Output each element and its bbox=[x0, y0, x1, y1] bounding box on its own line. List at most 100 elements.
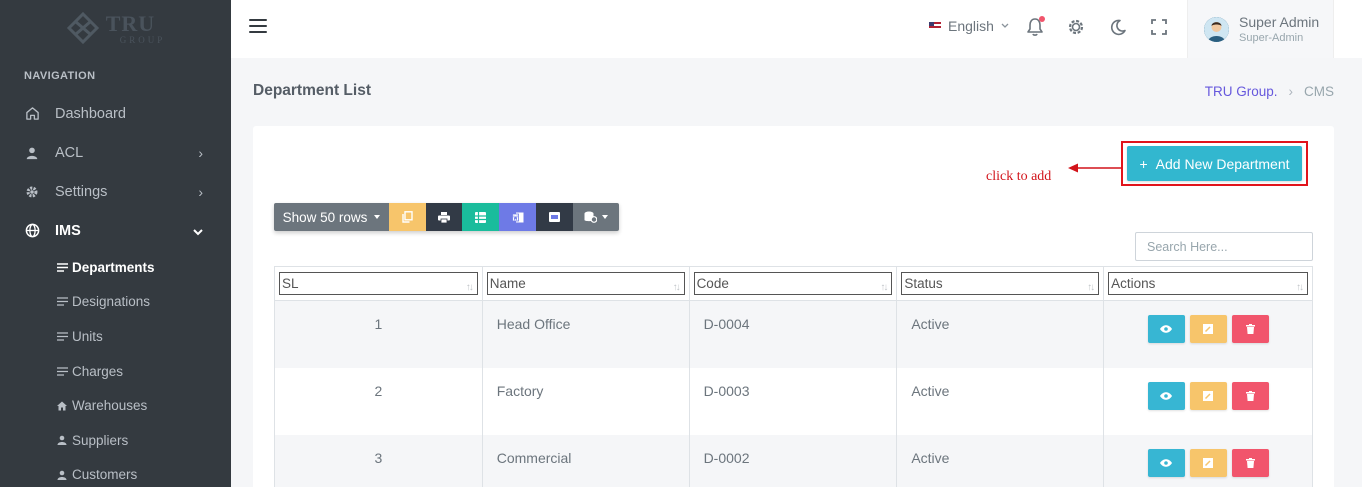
table-export-toolbar: Show 50 rows bbox=[274, 203, 619, 231]
view-button[interactable] bbox=[1147, 381, 1185, 410]
department-table: SL ↑↓ Name ↑↓ Code ↑↓ Status ↑↓ Actions bbox=[274, 266, 1313, 487]
fullscreen-icon[interactable] bbox=[1148, 16, 1170, 38]
breadcrumb-link-home[interactable]: TRU Group. bbox=[1205, 84, 1278, 99]
avatar bbox=[1204, 16, 1229, 42]
sort-icon[interactable]: ↑↓ bbox=[1087, 283, 1095, 293]
column-filter-code[interactable]: Code bbox=[693, 272, 893, 295]
sidebar-subitem-label: Warehouses bbox=[72, 398, 148, 414]
excel-button[interactable] bbox=[462, 203, 499, 231]
print-button[interactable] bbox=[426, 203, 462, 231]
cell-code: D-0002 bbox=[688, 434, 898, 487]
sidebar-subitem-label: Departments bbox=[72, 259, 155, 275]
sidebar-item-label: ACL bbox=[55, 144, 84, 161]
sidebar-item-acl[interactable]: ACL › bbox=[0, 133, 231, 172]
column-filter-sl[interactable]: SL bbox=[279, 272, 478, 295]
cell-code: D-0003 bbox=[688, 367, 898, 435]
chevron-right-icon: › bbox=[198, 144, 203, 161]
nav-heading: NAVIGATION bbox=[24, 70, 96, 82]
cell-name: Factory bbox=[481, 367, 690, 435]
sort-icon[interactable]: ↑↓ bbox=[466, 283, 474, 293]
add-department-button[interactable]: + Add New Department bbox=[1127, 146, 1302, 181]
sidebar-subitem-suppliers[interactable]: Suppliers bbox=[0, 423, 231, 458]
sidebar-item-label: IMS bbox=[55, 222, 81, 239]
cell-status: Active bbox=[896, 434, 1105, 487]
us-flag-icon bbox=[929, 22, 941, 30]
sidebar-subitem-label: Customers bbox=[72, 467, 138, 483]
edit-icon bbox=[1203, 390, 1214, 401]
copy-button[interactable] bbox=[389, 203, 426, 231]
column-filter-actions[interactable]: Actions bbox=[1108, 272, 1308, 295]
view-button[interactable] bbox=[1147, 315, 1185, 343]
chevron-down-icon bbox=[1001, 23, 1009, 28]
cell-sl: 3 bbox=[274, 434, 483, 487]
logo[interactable]: TRU GROUP bbox=[0, 0, 231, 58]
logo-mark-icon bbox=[66, 12, 99, 45]
eye-icon bbox=[1160, 391, 1173, 400]
column-header-name[interactable]: Name ↑↓ bbox=[481, 266, 690, 301]
edit-button[interactable] bbox=[1189, 315, 1227, 343]
delete-button[interactable] bbox=[1231, 448, 1269, 477]
notification-bell-icon[interactable] bbox=[1024, 16, 1046, 38]
dark-mode-moon-icon[interactable] bbox=[1107, 16, 1129, 38]
globe-icon bbox=[24, 223, 40, 239]
edit-button[interactable] bbox=[1189, 448, 1227, 477]
chevron-right-icon: › bbox=[198, 183, 203, 200]
show-rows-label: Show 50 rows bbox=[282, 209, 368, 225]
sidebar-item-dashboard[interactable]: Dashboard bbox=[0, 94, 231, 133]
column-header-code[interactable]: Code ↑↓ bbox=[688, 266, 898, 301]
column-header-actions[interactable]: Actions ↑↓ bbox=[1103, 266, 1313, 301]
delete-button[interactable] bbox=[1231, 381, 1269, 410]
list-icon bbox=[57, 366, 68, 376]
word-button[interactable] bbox=[499, 203, 536, 231]
word-icon bbox=[511, 212, 523, 222]
user-menu[interactable]: Super Admin Super-Admin bbox=[1187, 0, 1334, 58]
list-icon bbox=[57, 332, 68, 341]
edit-button[interactable] bbox=[1189, 381, 1227, 410]
sidebar-subitem-label: Suppliers bbox=[72, 432, 129, 448]
column-filter-name[interactable]: Name bbox=[486, 272, 685, 295]
language-selector[interactable]: English bbox=[929, 18, 1009, 34]
copy-icon bbox=[402, 211, 413, 223]
csv-button[interactable] bbox=[536, 203, 573, 231]
edit-icon bbox=[1203, 324, 1214, 334]
table-header-row: SL ↑↓ Name ↑↓ Code ↑↓ Status ↑↓ Actions bbox=[274, 266, 1313, 301]
sort-icon[interactable]: ↑↓ bbox=[673, 283, 681, 293]
column-visibility-dropdown[interactable] bbox=[573, 203, 619, 231]
view-button[interactable] bbox=[1147, 448, 1185, 477]
home-icon bbox=[24, 106, 40, 122]
annotation-text: click to add bbox=[986, 169, 1052, 184]
search-input[interactable] bbox=[1135, 232, 1313, 261]
sidebar-subitem-label: Units bbox=[72, 328, 103, 344]
sidebar-subitem-warehouses[interactable]: Warehouses bbox=[0, 388, 231, 423]
settings-gear-icon[interactable] bbox=[1065, 16, 1087, 38]
topbar: English Super Admin Super-Admin bbox=[231, 0, 1362, 58]
csv-icon bbox=[549, 212, 560, 222]
show-rows-dropdown[interactable]: Show 50 rows bbox=[274, 203, 389, 231]
menu-toggle-icon[interactable] bbox=[249, 19, 267, 33]
sidebar-subitem-departments[interactable]: Departments bbox=[0, 250, 231, 285]
breadcrumb: TRU Group. › CMS bbox=[1205, 84, 1334, 99]
column-filter-status[interactable]: Status bbox=[901, 272, 1100, 295]
sidebar-subitem-charges[interactable]: Charges bbox=[0, 354, 231, 389]
department-card: + Add New Department click to add Show 5… bbox=[253, 126, 1334, 487]
sidebar-item-ims[interactable]: IMS bbox=[0, 211, 231, 250]
cell-code: D-0004 bbox=[688, 300, 898, 368]
breadcrumb-separator-icon: › bbox=[1288, 84, 1294, 99]
cell-status: Active bbox=[896, 367, 1105, 435]
list-icon bbox=[57, 263, 68, 272]
column-header-status[interactable]: Status ↑↓ bbox=[896, 266, 1105, 301]
sidebar-item-settings[interactable]: Settings › bbox=[0, 172, 231, 211]
column-header-sl[interactable]: SL ↑↓ bbox=[274, 266, 483, 301]
gear-icon bbox=[24, 184, 40, 200]
sidebar-subitem-designations[interactable]: Designations bbox=[0, 285, 231, 320]
cell-status: Active bbox=[896, 300, 1105, 368]
sidebar-subitem-customers[interactable]: Customers bbox=[0, 458, 231, 487]
cell-actions bbox=[1103, 367, 1313, 435]
page-title: Department List bbox=[253, 82, 371, 99]
sort-icon[interactable]: ↑↓ bbox=[1296, 283, 1304, 293]
delete-button[interactable] bbox=[1231, 315, 1269, 343]
user-icon bbox=[57, 435, 68, 446]
sort-icon[interactable]: ↑↓ bbox=[880, 283, 888, 293]
list-icon bbox=[57, 297, 68, 307]
sidebar-subitem-units[interactable]: Units bbox=[0, 319, 231, 354]
